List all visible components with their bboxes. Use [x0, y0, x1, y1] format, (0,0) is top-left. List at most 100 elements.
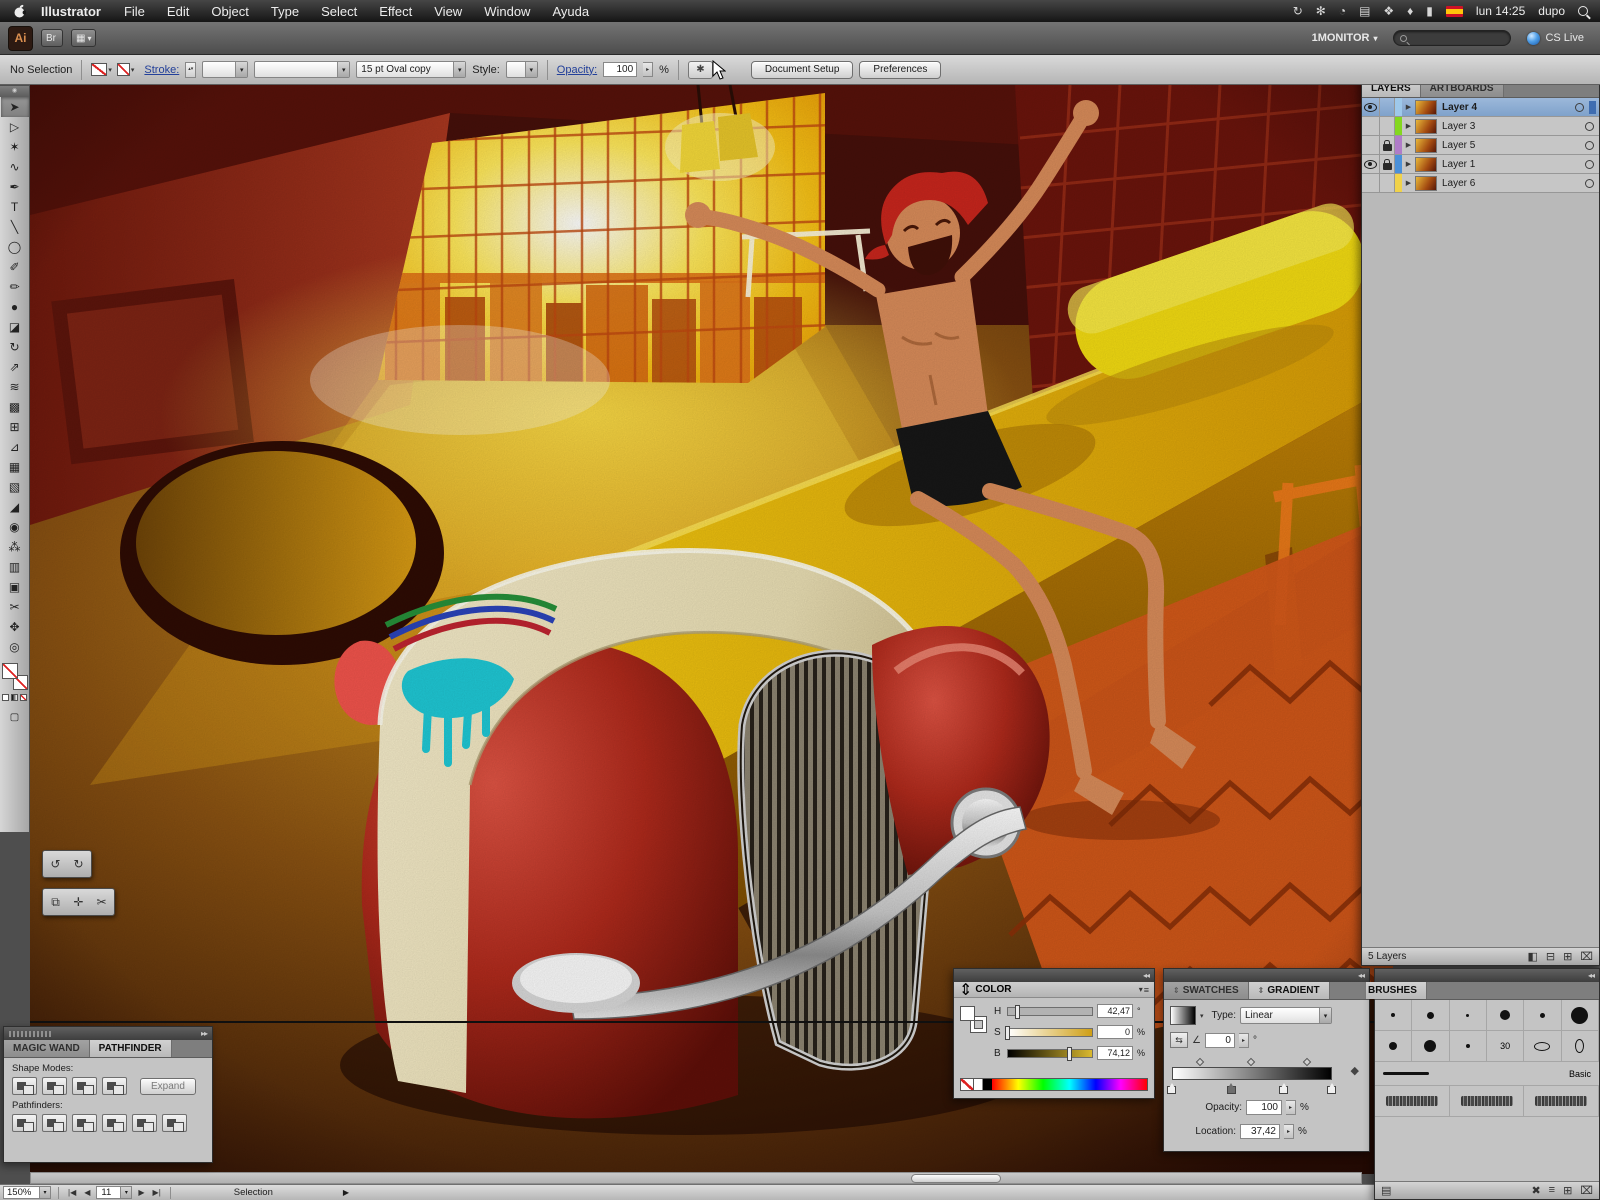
disclosure-triangle[interactable]: ▶ [1402, 160, 1415, 168]
minus-front-button[interactable] [42, 1077, 67, 1095]
saturation-input[interactable]: 0 [1097, 1025, 1133, 1039]
layer-name[interactable]: Layer 1 [1442, 159, 1581, 170]
bluetooth-icon[interactable]: ❖ [1383, 4, 1394, 18]
disclosure-triangle[interactable]: ▶ [1402, 122, 1415, 130]
brightness-slider-handle[interactable] [1067, 1047, 1072, 1061]
gradient-bar[interactable] [1172, 1067, 1332, 1080]
intersect-button[interactable] [72, 1077, 97, 1095]
opacity-spinner[interactable]: ▸ [643, 62, 653, 77]
perspective-grid-tool[interactable]: ⊿ [1, 437, 29, 457]
layer-target-icon[interactable] [1585, 160, 1594, 169]
layer-thumbnail[interactable] [1415, 100, 1437, 115]
brush-swatch[interactable] [1562, 1031, 1599, 1061]
horizontal-scrollbar[interactable] [30, 1172, 1362, 1184]
layer-visibility-toggle[interactable] [1362, 98, 1380, 116]
brush-swatch[interactable] [1562, 1000, 1599, 1030]
layer-visibility-toggle[interactable] [1362, 155, 1380, 173]
gradient-stop-color-well[interactable]: ◆ [1351, 1064, 1359, 1077]
brush-row-basic[interactable]: Basic [1375, 1062, 1599, 1086]
pen-tool[interactable]: ✒ [1, 177, 29, 197]
shape-builder-tool[interactable]: ⊞ [1, 417, 29, 437]
gradient-location-input[interactable]: 37,42 [1240, 1124, 1280, 1139]
spotlight-icon[interactable] [1578, 6, 1588, 16]
menu-type[interactable]: Type [260, 0, 310, 22]
layer-visibility-toggle[interactable] [1362, 117, 1380, 135]
lasso-tool[interactable]: ∿ [1, 157, 29, 177]
gradient-mode-button[interactable] [11, 694, 18, 701]
rainbow-spectrum[interactable] [992, 1079, 1147, 1090]
brush-swatch[interactable] [1375, 1031, 1412, 1061]
fill-indicator[interactable] [2, 663, 18, 679]
disclosure-triangle[interactable]: ▶ [1402, 179, 1415, 187]
symbol-sprayer-tool[interactable]: ⁂ [1, 537, 29, 557]
eraser-tool[interactable]: ◪ [1, 317, 29, 337]
flower-icon[interactable]: ✻ [1316, 4, 1326, 18]
color-panel-titlebar[interactable]: ⇕ COLOR ▾≡ [954, 982, 1154, 998]
duplicate-button[interactable]: ⧉ [45, 891, 66, 913]
width-tool[interactable]: ≋ [1, 377, 29, 397]
recolor-artwork-button[interactable]: ✱ [688, 61, 713, 79]
menu-effect[interactable]: Effect [368, 0, 423, 22]
delete-layer-button[interactable]: ⌧ [1580, 950, 1593, 963]
none-swatch[interactable] [961, 1079, 974, 1090]
menu-edit[interactable]: Edit [156, 0, 200, 22]
merge-button[interactable] [72, 1114, 97, 1132]
graph-tool[interactable]: ▥ [1, 557, 29, 577]
app-menu[interactable]: Illustrator [39, 4, 113, 19]
layer-name[interactable]: Layer 4 [1442, 102, 1571, 113]
gradient-stop-37[interactable] [1227, 1086, 1236, 1094]
brush-definition-select[interactable]: 15 pt Oval copy▾ [356, 61, 466, 78]
divide-button[interactable] [12, 1114, 37, 1132]
gradient-midpoint-18[interactable] [1196, 1058, 1204, 1066]
workspace-switcher[interactable]: 1MONITOR ▾ [1312, 32, 1378, 44]
remove-brush-stroke-button[interactable]: ✖ [1531, 1184, 1540, 1197]
brush-swatch[interactable] [1375, 1000, 1412, 1030]
stroke-weight-select[interactable]: ▾ [202, 61, 248, 78]
charcoal-brush-swatch[interactable] [1450, 1086, 1525, 1116]
make-clipping-mask-button[interactable]: ◧ [1527, 950, 1537, 963]
layer-target-icon[interactable] [1575, 103, 1584, 112]
layer-visibility-toggle[interactable] [1362, 174, 1380, 192]
menu-file[interactable]: File [113, 0, 156, 22]
fill-mini-swatch[interactable] [960, 1006, 975, 1021]
layer-target-icon[interactable] [1585, 141, 1594, 150]
angle-input[interactable]: 0 [1205, 1033, 1235, 1048]
layer-row-layer-4[interactable]: ▶Layer 4 [1362, 98, 1599, 117]
screen-mode-button[interactable]: ▢ [1, 707, 29, 727]
new-brush-button[interactable]: ⊞ [1563, 1184, 1572, 1197]
layer-thumbnail[interactable] [1415, 157, 1437, 172]
layer-lock-toggle[interactable] [1380, 136, 1395, 154]
layer-row-layer-3[interactable]: ▶ Layer 3 [1362, 117, 1599, 136]
collapse-panel-button[interactable]: ◂◂ [1588, 971, 1594, 980]
last-artboard-button[interactable]: ▶| [151, 1188, 163, 1197]
display-icon[interactable]: ▤ [1359, 4, 1370, 18]
panel-menu-button[interactable]: ▾≡ [1139, 985, 1149, 995]
disclosure-triangle[interactable]: ▶ [1402, 141, 1415, 149]
color-panel-title[interactable]: COLOR [975, 984, 1011, 995]
layer-row-layer-5[interactable]: ▶Layer 5 [1362, 136, 1599, 155]
charcoal-brush-swatch[interactable] [1524, 1086, 1599, 1116]
brush-options-button[interactable]: ≡ [1549, 1184, 1555, 1197]
next-artboard-button[interactable]: ▶ [136, 1188, 146, 1197]
gradient-location-spinner[interactable]: ▸ [1284, 1124, 1294, 1139]
fill-stroke-mini[interactable] [960, 1006, 986, 1032]
arrange-documents-button[interactable]: ▦ ▾ [71, 29, 96, 47]
layer-thumbnail[interactable] [1415, 119, 1437, 134]
hue-slider[interactable] [1007, 1007, 1093, 1016]
layer-name[interactable]: Layer 3 [1442, 121, 1581, 132]
brush-swatch[interactable] [1412, 1000, 1449, 1030]
menu-object[interactable]: Object [200, 0, 260, 22]
tools-panel-header[interactable]: ◉ [0, 86, 29, 97]
tab-swatches[interactable]: ⇕SWATCHES [1164, 982, 1249, 999]
menu-view[interactable]: View [423, 0, 473, 22]
artboard-navigation-select[interactable]: 11▾ [96, 1186, 132, 1199]
panel-strip[interactable]: ▸▸ [4, 1027, 212, 1040]
layer-thumbnail[interactable] [1415, 176, 1437, 191]
menubar-user[interactable]: dupo [1538, 4, 1565, 18]
panel-strip[interactable]: ◂◂ [1375, 969, 1599, 982]
stroke-dropdown-arrow[interactable]: ▾ [131, 66, 135, 74]
gradient-midpoint-85[interactable] [1303, 1058, 1311, 1066]
rotate-tool[interactable]: ↻ [1, 337, 29, 357]
outline-button[interactable] [132, 1114, 157, 1132]
eyedropper-tool[interactable]: ◢ [1, 497, 29, 517]
